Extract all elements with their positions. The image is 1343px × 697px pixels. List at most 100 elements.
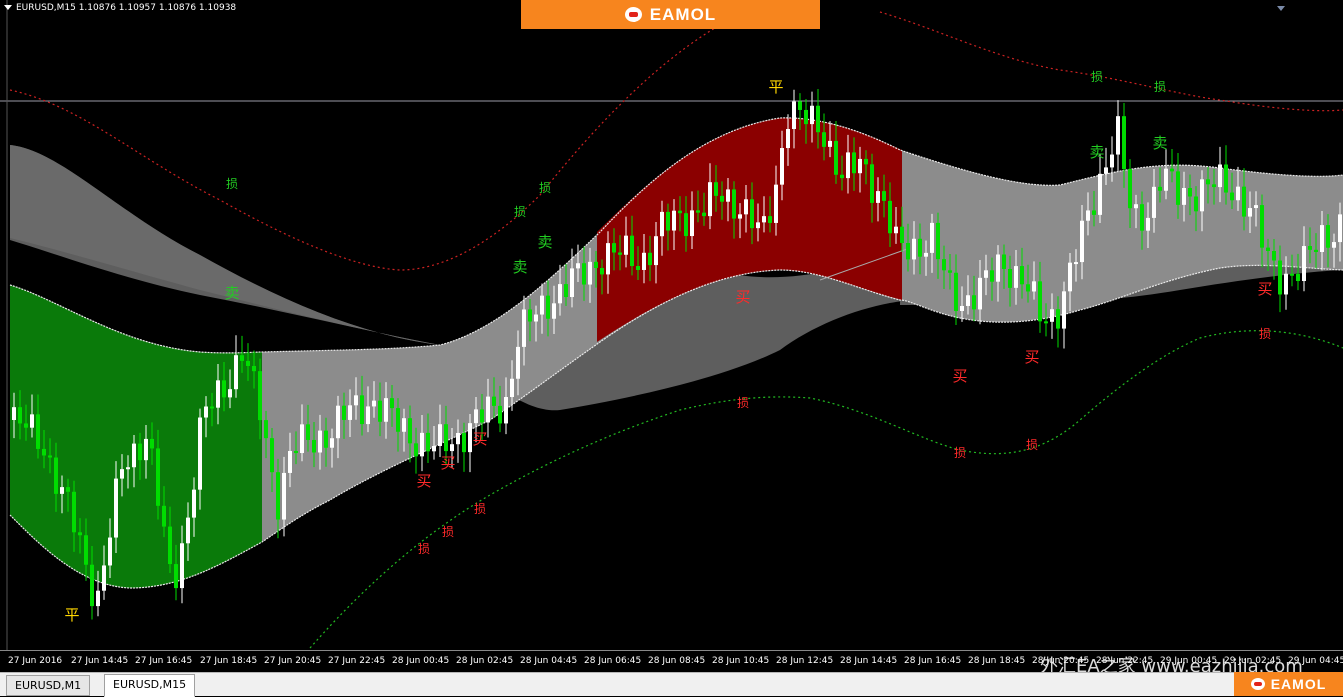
candle-body[interactable] [1176, 171, 1180, 205]
candle-body[interactable] [492, 396, 496, 406]
candle-body[interactable] [1314, 249, 1318, 253]
candle-body[interactable] [498, 405, 502, 424]
candle-body[interactable] [48, 455, 52, 458]
candle-body[interactable] [1002, 254, 1006, 269]
candle-body[interactable] [168, 526, 172, 565]
candle-body[interactable] [582, 263, 586, 285]
candle-body[interactable] [342, 405, 346, 420]
candle-body[interactable] [840, 174, 844, 179]
candle-body[interactable] [636, 266, 640, 270]
candle-body[interactable] [468, 423, 472, 453]
chart-canvas[interactable]: 平卖损 损损卖卖买买买损损损平买损买损买损卖损卖损买损 [0, 0, 1343, 650]
candle-body[interactable] [516, 346, 520, 379]
candle-body[interactable] [126, 467, 130, 470]
candle-body[interactable] [678, 210, 682, 214]
candle-body[interactable] [228, 389, 232, 398]
candle-body[interactable] [804, 109, 808, 125]
candle-body[interactable] [204, 406, 208, 418]
candle-body[interactable] [1218, 164, 1222, 188]
candle-body[interactable] [330, 438, 334, 448]
tab-eurusd-m15[interactable]: EURUSD,M15 [104, 674, 196, 697]
candle-body[interactable] [1152, 186, 1156, 218]
candle-body[interactable] [828, 140, 832, 147]
candle-body[interactable] [534, 314, 538, 322]
candle-body[interactable] [630, 235, 634, 267]
candle-body[interactable] [954, 272, 958, 312]
candle-body[interactable] [1164, 168, 1168, 191]
candle-body[interactable] [612, 243, 616, 253]
candle-body[interactable] [312, 439, 316, 453]
candle-body[interactable] [870, 164, 874, 203]
candle-body[interactable] [1020, 266, 1024, 285]
candle-body[interactable] [144, 438, 148, 461]
candle-body[interactable] [306, 424, 310, 440]
candle-body[interactable] [780, 148, 784, 185]
candle-body[interactable] [1206, 179, 1210, 185]
candle-body[interactable] [1050, 309, 1054, 322]
candle-body[interactable] [570, 268, 574, 298]
candle-body[interactable] [960, 305, 964, 312]
candle-body[interactable] [1332, 242, 1336, 248]
candle-body[interactable] [390, 398, 394, 409]
candle-body[interactable] [900, 226, 904, 244]
candle-body[interactable] [282, 472, 286, 520]
candle-body[interactable] [738, 214, 742, 219]
candle-body[interactable] [1158, 186, 1162, 191]
candle-body[interactable] [222, 380, 226, 398]
candle-body[interactable] [366, 406, 370, 425]
candle-body[interactable] [744, 199, 748, 215]
candle-body[interactable] [708, 182, 712, 217]
candle-body[interactable] [774, 184, 778, 223]
candle-body[interactable] [1032, 281, 1036, 292]
candle-body[interactable] [108, 537, 112, 566]
candle-body[interactable] [1296, 273, 1300, 282]
candle-body[interactable] [120, 469, 124, 479]
candle-body[interactable] [24, 423, 28, 428]
candle-body[interactable] [672, 210, 676, 231]
candle-body[interactable] [702, 212, 706, 217]
candle-body[interactable] [648, 252, 652, 266]
candle-body[interactable] [360, 395, 364, 425]
candle-body[interactable] [576, 263, 580, 269]
candle-body[interactable] [66, 487, 70, 492]
candle-body[interactable] [396, 408, 400, 432]
candle-body[interactable] [270, 438, 274, 473]
candle-body[interactable] [348, 405, 352, 420]
candle-body[interactable] [12, 407, 16, 420]
candle-body[interactable] [1110, 154, 1114, 168]
candle-body[interactable] [1278, 260, 1282, 295]
candle-body[interactable] [1308, 246, 1312, 250]
candle-body[interactable] [588, 261, 592, 285]
candle-body[interactable] [402, 418, 406, 432]
candle-body[interactable] [132, 443, 136, 468]
candle-body[interactable] [1140, 204, 1144, 231]
candle-body[interactable] [792, 101, 796, 130]
candle-body[interactable] [654, 236, 658, 266]
candle-body[interactable] [594, 261, 598, 269]
candle-body[interactable] [78, 532, 82, 536]
candle-body[interactable] [42, 448, 46, 456]
candle-body[interactable] [1086, 210, 1090, 221]
candle-body[interactable] [660, 211, 664, 237]
candle-body[interactable] [36, 414, 40, 449]
candle-body[interactable] [324, 430, 328, 448]
candle-body[interactable] [1134, 204, 1138, 209]
candle-body[interactable] [768, 216, 772, 223]
candle-body[interactable] [714, 182, 718, 196]
tab-eurusd-m1[interactable]: EURUSD,M1 [6, 675, 91, 696]
candle-body[interactable] [876, 191, 880, 203]
candle-body[interactable] [510, 378, 514, 398]
candle-body[interactable] [408, 418, 412, 444]
candle-body[interactable] [618, 252, 622, 255]
candle-body[interactable] [816, 105, 820, 133]
candle-body[interactable] [252, 365, 256, 372]
candle-body[interactable] [1056, 309, 1060, 329]
candle-body[interactable] [1188, 187, 1192, 197]
candle-body[interactable] [114, 478, 118, 538]
candle-body[interactable] [1200, 179, 1204, 212]
candle-body[interactable] [756, 222, 760, 229]
candle-body[interactable] [786, 129, 790, 149]
candle-body[interactable] [456, 432, 460, 445]
candle-body[interactable] [564, 284, 568, 298]
candle-body[interactable] [378, 400, 382, 422]
